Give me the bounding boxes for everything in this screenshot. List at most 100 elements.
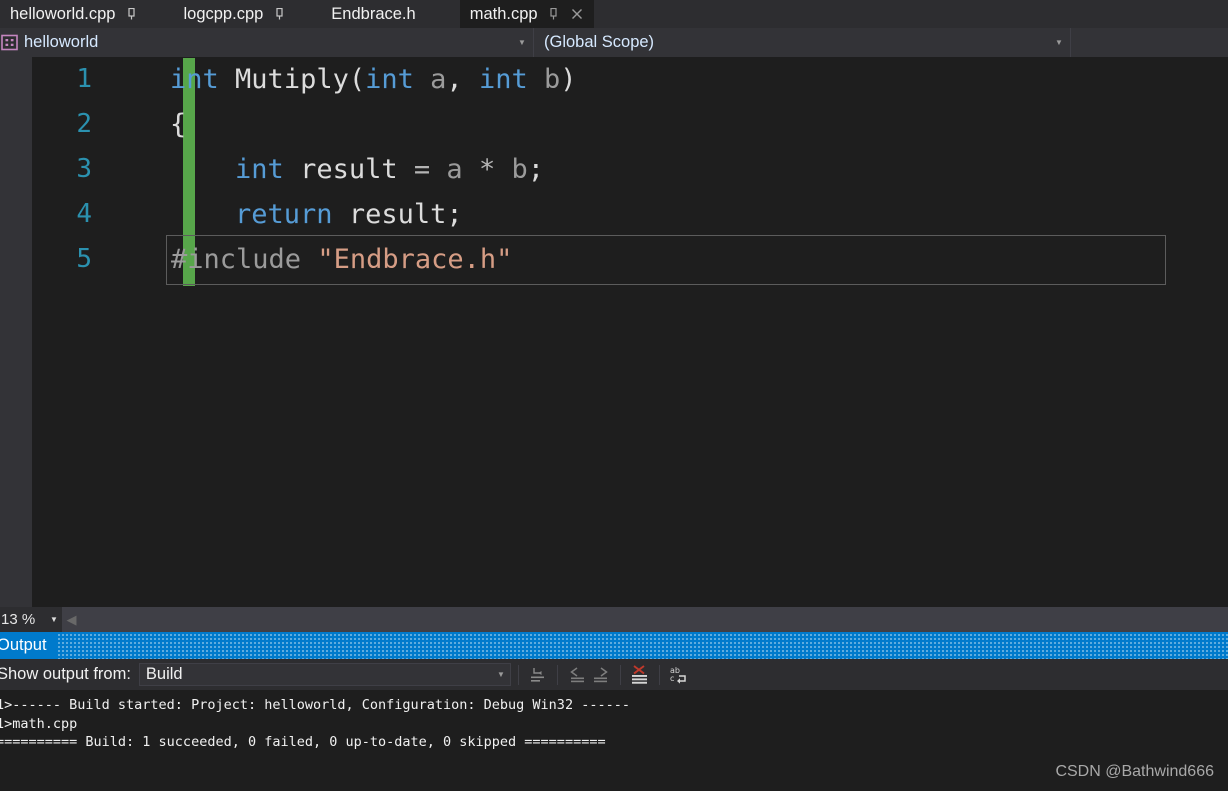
code-line-text[interactable]: { — [132, 102, 1228, 147]
editor-surface[interactable]: 1 int Mutiply(int a, int b) 2{3 int result… — [32, 57, 1228, 607]
code-editor[interactable]: 1 int Mutiply(int a, int b) 2{3 int result… — [0, 57, 1228, 607]
toolbar-separator — [658, 664, 660, 685]
code-token: a — [430, 64, 447, 95]
pin-icon[interactable] — [124, 6, 138, 22]
code-token: Mutiply — [235, 64, 349, 95]
code-token: * — [478, 154, 496, 185]
tab-math-cpp[interactable]: math.cpp — [459, 0, 594, 28]
code-token: "Endbrace.h" — [317, 243, 513, 275]
code-line-text[interactable]: return result; — [132, 192, 1228, 237]
line-number: 2 — [76, 109, 92, 139]
chevron-down-icon[interactable]: ▼ — [492, 670, 510, 679]
editor-navigation-bar: helloworld ▼ (Global Scope) ▼ — [0, 28, 1228, 57]
code-token: int — [478, 64, 528, 95]
code-token: , — [446, 64, 479, 95]
scroll-left-button[interactable]: ◀ — [63, 607, 80, 632]
code-line[interactable]: 1 int Mutiply(int a, int b) — [32, 57, 1228, 102]
code-token: ; — [446, 199, 463, 230]
project-dropdown-value: helloworld — [24, 33, 99, 51]
find-message-icon[interactable] — [526, 663, 550, 687]
code-lines-container[interactable]: 1 int Mutiply(int a, int b) 2{3 int result… — [32, 57, 1228, 285]
pin-icon[interactable] — [547, 6, 561, 22]
code-token: a — [446, 154, 463, 185]
tab-label: Endbrace.h — [331, 4, 416, 23]
tab-label: helloworld.cpp — [10, 4, 116, 23]
code-line-text[interactable]: #include "Endbrace.h" — [132, 234, 1228, 285]
output-source-value: Build — [145, 665, 183, 683]
toolbar-separator — [556, 664, 558, 685]
code-token: ) — [560, 64, 577, 95]
go-to-previous-message-icon[interactable] — [565, 663, 589, 687]
chevron-down-icon[interactable]: ▼ — [46, 615, 62, 624]
toolbar-separator — [517, 664, 519, 685]
pin-icon[interactable] — [272, 6, 286, 22]
output-toolbar: Show output from: Build ▼ ab c — [0, 659, 1228, 690]
editor-left-margin — [0, 57, 32, 607]
chevron-down-icon[interactable]: ▼ — [511, 38, 533, 47]
output-panel-title: Output — [0, 636, 47, 654]
code-token: ; — [527, 154, 545, 185]
toggle-word-wrap-icon[interactable]: ab c — [667, 663, 691, 687]
code-token: int — [170, 64, 219, 95]
tab-strip-empty-area — [593, 0, 1228, 28]
output-text-content[interactable]: 1>------ Build started: Project: hellowo… — [0, 690, 1228, 752]
project-dropdown[interactable]: helloworld ▼ — [0, 28, 534, 57]
output-source-dropdown[interactable]: Build ▼ — [138, 663, 511, 686]
code-token: return — [235, 199, 333, 230]
code-line-text[interactable]: int result = a * b; — [132, 147, 1228, 192]
line-number: 4 — [76, 199, 92, 229]
code-token: #include — [171, 243, 302, 275]
scope-dropdown[interactable]: (Global Scope) ▼ — [534, 28, 1071, 57]
tab-label: math.cpp — [469, 4, 538, 23]
close-icon[interactable] — [569, 6, 585, 22]
tab-helloworld-cpp[interactable]: helloworld.cpp — [0, 0, 148, 28]
code-line-text[interactable]: int Mutiply(int a, int b) — [132, 57, 1228, 102]
code-token: int — [235, 154, 284, 185]
code-line[interactable]: 4 return result; — [32, 192, 1228, 237]
code-token: result — [348, 199, 447, 230]
svg-text:c: c — [670, 674, 674, 683]
line-number: 5 — [76, 244, 92, 274]
project-icon — [1, 34, 18, 51]
show-output-from-label: Show output from: — [0, 665, 131, 683]
editor-tab-strip: helloworld.cpp logcpp.cpp Endbrace.h mat… — [0, 0, 1228, 28]
tab-spacer — [295, 0, 321, 28]
tab-endbrace-h[interactable]: Endbrace.h — [321, 0, 434, 28]
clear-all-icon[interactable] — [628, 663, 652, 687]
code-line[interactable]: 3 int result = a * b; — [32, 147, 1228, 192]
code-token: = — [413, 154, 431, 185]
editor-status-bar: 13 % ▼ ◀ — [0, 607, 1228, 632]
horizontal-scrollbar[interactable] — [80, 607, 1228, 632]
code-token: b — [511, 154, 528, 185]
current-line-highlight: #include "Endbrace.h" — [166, 234, 1166, 285]
tab-spacer — [434, 0, 460, 28]
chevron-down-icon[interactable]: ▼ — [1048, 38, 1070, 47]
output-panel-title-bar[interactable]: Output — [0, 632, 1228, 659]
member-dropdown[interactable] — [1071, 28, 1228, 57]
code-token: { — [170, 109, 187, 140]
visual-studio-window: helloworld.cpp logcpp.cpp Endbrace.h mat… — [0, 0, 1228, 791]
line-number: 1 — [76, 64, 92, 94]
tab-spacer — [147, 0, 173, 28]
code-line[interactable]: 2{ — [32, 102, 1228, 147]
zoom-level-dropdown[interactable]: 13 % ▼ — [0, 607, 63, 632]
drag-handle[interactable] — [58, 632, 1228, 659]
toolbar-separator — [619, 664, 621, 685]
code-line[interactable]: 5 #include "Endbrace.h" — [32, 234, 1228, 285]
go-to-next-message-icon[interactable] — [589, 663, 613, 687]
code-token: result — [300, 154, 398, 185]
code-token: int — [365, 64, 414, 95]
zoom-level-value: 13 % — [1, 611, 36, 628]
tab-logcpp-cpp[interactable]: logcpp.cpp — [173, 0, 296, 28]
line-number: 3 — [76, 154, 92, 184]
scope-dropdown-value: (Global Scope) — [544, 33, 655, 51]
